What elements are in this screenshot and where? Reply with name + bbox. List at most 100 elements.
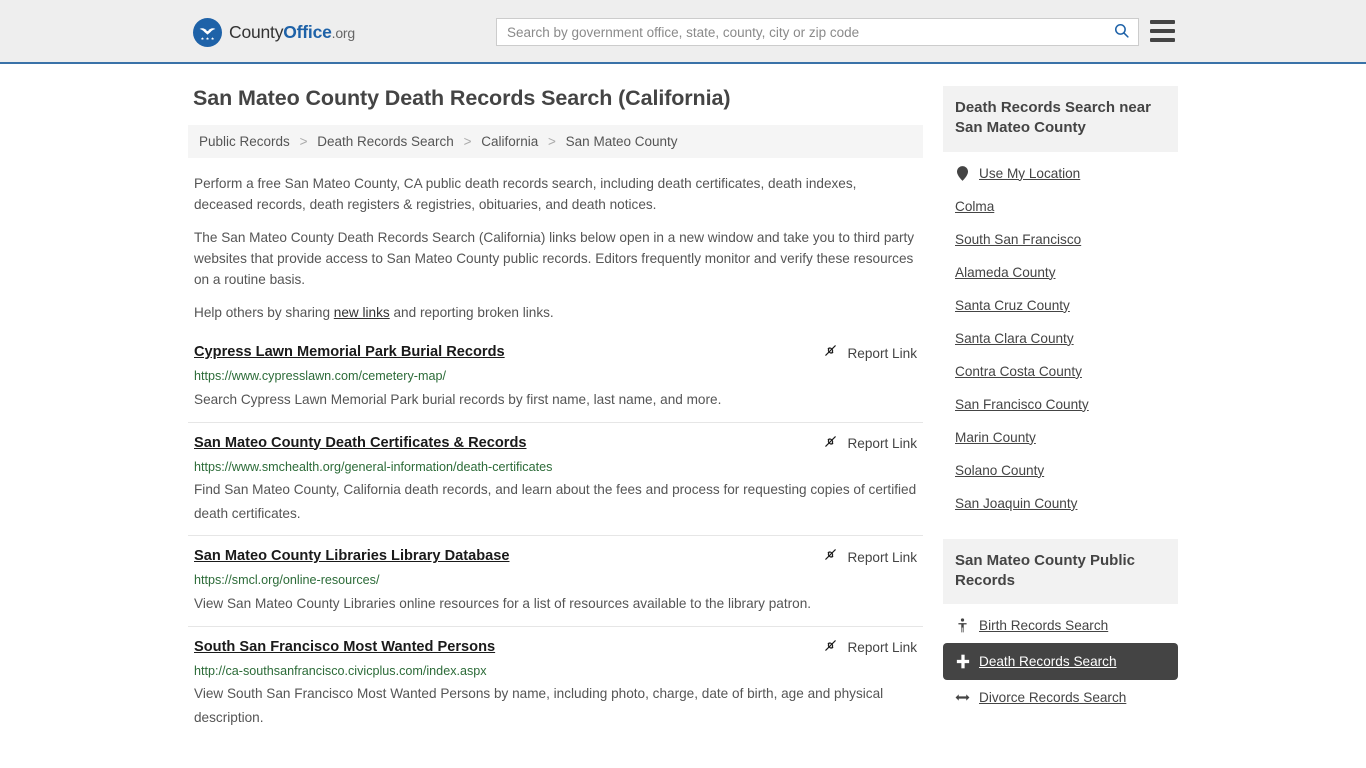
sidebar-link[interactable]: Use My Location [979,164,1080,183]
report-link-label: Report Link [847,549,917,565]
logo-text-bold: Office [283,22,332,42]
hamburger-menu-icon[interactable] [1150,20,1175,42]
sidebar-item-south-san-francisco[interactable]: South San Francisco [943,224,1178,255]
sidebar-item-birth-records-search[interactable]: Birth Records Search [943,610,1178,641]
sidebar-link[interactable]: Alameda County [955,263,1056,282]
sidebar-item-solano-county[interactable]: Solano County [943,455,1178,486]
sidebar-link[interactable]: Colma [955,197,994,216]
search-button[interactable] [1104,19,1138,45]
sidebar-item-contra-costa-county[interactable]: Contra Costa County [943,356,1178,387]
map-pin-icon [955,165,970,181]
sidebar-item-santa-clara-county[interactable]: Santa Clara County [943,323,1178,354]
logo-text-suffix: .org [331,25,356,41]
sidebar-link[interactable]: San Joaquin County [955,494,1077,513]
baby-icon [955,618,970,633]
nearby-searches-heading: Death Records Search near San Mateo Coun… [943,86,1178,152]
sidebar-link[interactable]: Divorce Records Search [979,688,1126,707]
intro-paragraph-1: Perform a free San Mateo County, CA publ… [194,176,857,213]
page-body: San Mateo County Death Records Search (C… [0,64,1366,740]
hamburger-bar [1150,29,1175,33]
search-bar [496,18,1139,46]
site-header: CountyOffice.org [0,0,1366,64]
sidebar-link[interactable]: Death Records Search [979,652,1117,671]
report-link-button[interactable]: Report Link [823,434,917,454]
report-link-button[interactable]: Report Link [823,638,917,658]
broken-link-icon [823,638,838,658]
logo-wordmark: CountyOffice.org [229,22,355,43]
result-url[interactable]: https://www.cypresslawn.com/cemetery-map… [194,368,917,384]
sidebar-link[interactable]: South San Francisco [955,230,1081,249]
sidebar-item-death-records-search[interactable]: Death Records Search [943,643,1178,681]
new-links-link[interactable]: new links [334,305,390,320]
search-icon [1113,22,1130,42]
breadcrumb-item-death-records-search[interactable]: Death Records Search [317,134,454,149]
result-title-link[interactable]: South San Francisco Most Wanted Persons [194,638,495,657]
results-list: Cypress Lawn Memorial Park Burial Record… [188,339,923,739]
sidebar-item-santa-cruz-county[interactable]: Santa Cruz County [943,290,1178,321]
result-item: South San Francisco Most Wanted Persons … [188,625,923,740]
cross-icon [955,654,970,669]
breadcrumb-item-san-mateo-county[interactable]: San Mateo County [566,134,678,149]
result-url[interactable]: https://smcl.org/online-resources/ [194,572,917,588]
breadcrumb-separator: > [463,134,472,149]
breadcrumb-item-public-records[interactable]: Public Records [199,134,290,149]
sidebar-link[interactable]: Santa Clara County [955,329,1074,348]
logo-text-prefix: County [229,22,284,42]
page-title: San Mateo County Death Records Search (C… [193,86,731,110]
sidebar-link[interactable]: Contra Costa County [955,362,1082,381]
result-title-link[interactable]: Cypress Lawn Memorial Park Burial Record… [194,343,505,362]
report-link-button[interactable]: Report Link [823,547,917,567]
report-link-button[interactable]: Report Link [823,343,917,363]
main-content: San Mateo County Death Records Search (C… [188,86,923,740]
breadcrumb-separator: > [299,134,308,149]
sidebar-item-colma[interactable]: Colma [943,191,1178,222]
sidebar-item-divorce-records-search[interactable]: Divorce Records Search [943,682,1178,713]
sidebar-link[interactable]: Solano County [955,461,1044,480]
public-records-list: Birth Records Search Death Records Searc… [943,604,1178,713]
broken-link-icon [823,343,838,363]
breadcrumb-item-california[interactable]: California [481,134,538,149]
breadcrumb: Public Records > Death Records Search > … [188,125,923,158]
result-title-link[interactable]: San Mateo County Libraries Library Datab… [194,547,509,566]
result-item: San Mateo County Libraries Library Datab… [188,535,923,625]
sidebar-link[interactable]: Birth Records Search [979,616,1108,635]
result-description: Search Cypress Lawn Memorial Park burial… [194,391,722,407]
site-logo[interactable]: CountyOffice.org [193,18,355,47]
hamburger-bar [1150,38,1175,42]
public-records-box: San Mateo County Public Records Birth Re… [943,538,1178,714]
hamburger-bar [1150,20,1175,24]
sidebar-link[interactable]: San Francisco County [955,395,1089,414]
result-item: San Mateo County Death Certificates & Re… [188,421,923,536]
intro-share-prefix: Help others by sharing [194,305,334,321]
result-url[interactable]: https://www.smchealth.org/general-inform… [194,459,917,475]
result-description: Find San Mateo County, California death … [194,481,917,521]
intro-paragraph-3: Help others by sharing new links and rep… [188,302,923,323]
result-description: View San Mateo County Libraries online r… [194,595,812,611]
sidebar: Death Records Search near San Mateo Coun… [943,86,1178,740]
broken-link-icon [823,547,838,567]
intro-share-suffix: and reporting broken links. [389,305,554,321]
search-input[interactable] [497,19,1104,45]
intro-text: Perform a free San Mateo County, CA publ… [188,173,923,323]
nearby-searches-box: Death Records Search near San Mateo Coun… [943,86,1178,519]
intro-paragraph-2: The San Mateo County Death Records Searc… [194,230,915,288]
sidebar-item-marin-county[interactable]: Marin County [943,422,1178,453]
public-records-heading: San Mateo County Public Records [943,538,1178,605]
sidebar-link[interactable]: Marin County [955,428,1036,447]
sidebar-item-alameda-county[interactable]: Alameda County [943,257,1178,288]
result-url[interactable]: http://ca-southsanfrancisco.civicplus.co… [194,663,917,679]
report-link-label: Report Link [847,345,917,361]
sidebar-link[interactable]: Santa Cruz County [955,296,1070,315]
sidebar-item-use-my-location[interactable]: Use My Location [943,158,1178,189]
result-item: Cypress Lawn Memorial Park Burial Record… [188,339,923,421]
sidebar-item-san-joaquin-county[interactable]: San Joaquin County [943,488,1178,519]
broken-link-icon [823,434,838,454]
nearby-searches-list: Use My Location Colma South San Francisc… [943,152,1178,519]
result-title-link[interactable]: San Mateo County Death Certificates & Re… [194,434,527,453]
split-arrows-icon [955,692,970,703]
breadcrumb-separator: > [548,134,556,149]
report-link-label: Report Link [847,436,917,452]
sidebar-item-san-francisco-county[interactable]: San Francisco County [943,389,1178,420]
report-link-label: Report Link [847,640,917,656]
result-description: View South San Francisco Most Wanted Per… [194,685,884,725]
